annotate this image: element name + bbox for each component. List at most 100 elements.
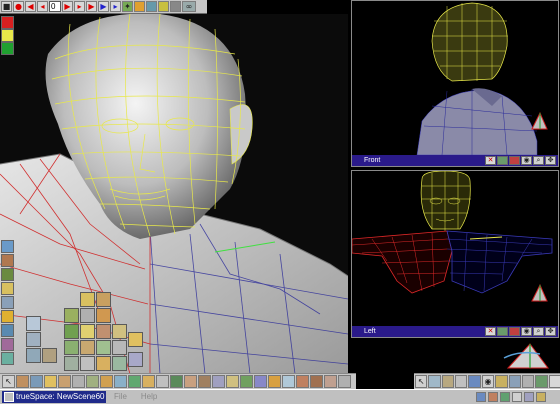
scale-icon[interactable] (455, 375, 468, 388)
paint-icon[interactable] (128, 375, 141, 388)
tray-icon[interactable] (536, 391, 546, 402)
torus-icon[interactable] (96, 308, 111, 323)
torus-icon[interactable] (268, 375, 281, 388)
sphere-icon[interactable] (80, 324, 95, 339)
front-viewport[interactable]: Front ✕ ◉ ⌕ ✥ (351, 0, 559, 167)
plane-icon[interactable] (64, 324, 79, 339)
eye-icon[interactable]: ◉ (521, 327, 532, 336)
step-back-icon[interactable]: ◂ (37, 1, 48, 12)
left-viewport[interactable]: Left ✕ ◉ ⌕ ✥ (351, 170, 559, 338)
deform-icon[interactable] (114, 375, 127, 388)
render-icon[interactable] (1, 338, 14, 351)
frame-field[interactable]: 0 (49, 1, 61, 12)
material-icon[interactable] (142, 375, 155, 388)
move-icon[interactable]: ✥ (545, 156, 556, 165)
zoom-icon[interactable]: ⌕ (533, 327, 544, 336)
rewind-icon[interactable]: ◀ (25, 1, 36, 12)
rotate-icon[interactable] (441, 375, 455, 388)
cone-icon[interactable] (96, 292, 111, 307)
tray-icon[interactable] (512, 391, 522, 402)
cylinder-icon[interactable] (80, 308, 95, 323)
cube-icon[interactable] (80, 356, 95, 371)
zoom-icon[interactable]: ⌕ (533, 156, 544, 165)
face-icon[interactable] (310, 375, 323, 388)
camera-icon[interactable] (170, 375, 183, 388)
navigate-icon[interactable]: ↖ (415, 375, 428, 388)
cube-icon[interactable] (64, 308, 79, 323)
object-icon[interactable] (146, 1, 157, 12)
cube-icon[interactable] (26, 332, 41, 347)
move-icon[interactable] (428, 375, 441, 388)
render-icon[interactable] (226, 375, 239, 388)
cube-icon[interactable] (42, 348, 57, 363)
fast-forward-icon[interactable]: ▶ (86, 1, 97, 12)
face-icon[interactable] (184, 375, 197, 388)
cone-icon[interactable] (58, 375, 71, 388)
taskbar-app-button[interactable]: trueSpace: NewScene60 (2, 391, 106, 403)
checker-icon[interactable] (254, 375, 267, 388)
menu-file[interactable]: File (114, 392, 127, 401)
camera-icon[interactable] (509, 327, 520, 336)
lathe-icon[interactable] (86, 375, 99, 388)
color-swatch-icon[interactable] (1, 29, 14, 42)
close-icon[interactable]: ✕ (485, 327, 496, 336)
play-icon[interactable]: ▶ (98, 1, 109, 12)
cone-icon[interactable] (96, 324, 111, 339)
color-swatch-icon[interactable] (1, 42, 14, 55)
brush-icon[interactable] (16, 375, 29, 388)
scene-icon[interactable] (212, 375, 225, 388)
scene-icon[interactable] (1, 352, 14, 365)
grid-icon[interactable] (497, 327, 508, 336)
sphere-icon[interactable] (282, 375, 295, 388)
color-swatch-icon[interactable] (1, 16, 14, 29)
light-icon[interactable] (156, 375, 169, 388)
sphere-icon[interactable] (1, 282, 14, 295)
cylinder-icon[interactable] (72, 375, 85, 388)
tray-icon[interactable] (476, 391, 486, 402)
tray-icon[interactable] (500, 391, 510, 402)
square-icon[interactable]: ■ (1, 1, 12, 12)
close-icon[interactable]: ✕ (485, 156, 496, 165)
move-icon[interactable]: ✥ (545, 327, 556, 336)
cube-icon[interactable] (112, 356, 127, 371)
material-icon[interactable] (1, 240, 14, 253)
menu-help[interactable]: Help (141, 392, 157, 401)
move-icon[interactable] (64, 340, 79, 355)
orbit-icon[interactable] (521, 375, 535, 388)
sphere-icon[interactable] (44, 375, 57, 388)
person-icon[interactable] (324, 375, 337, 388)
scene-icon[interactable] (134, 1, 145, 12)
material-icon[interactable] (158, 1, 169, 12)
cube-icon[interactable] (1, 296, 14, 309)
step-forward-icon[interactable]: ▸ (110, 1, 121, 12)
cube-icon[interactable] (26, 316, 41, 331)
cube-icon[interactable] (64, 356, 79, 371)
pan-icon[interactable] (508, 375, 521, 388)
tray-icon[interactable] (488, 391, 498, 402)
object-icon[interactable] (296, 375, 309, 388)
tray-icon[interactable] (524, 391, 534, 402)
grid-icon[interactable] (535, 375, 548, 388)
scene-icon[interactable] (338, 375, 351, 388)
texture-icon[interactable] (1, 254, 14, 267)
tree-icon[interactable] (240, 375, 253, 388)
object-icon[interactable] (30, 375, 43, 388)
cube-icon[interactable] (112, 340, 127, 355)
camera-icon[interactable] (1, 324, 14, 337)
rotate-icon[interactable] (80, 340, 95, 355)
light-icon[interactable] (1, 310, 14, 323)
camera-icon[interactable] (170, 1, 181, 12)
render-icon[interactable]: ✦ (122, 1, 133, 12)
landscape-icon[interactable] (1, 268, 14, 281)
person-icon[interactable] (198, 375, 211, 388)
sphere-icon[interactable] (96, 356, 111, 371)
select-icon[interactable]: ↖ (2, 375, 15, 388)
sweep-icon[interactable] (100, 375, 113, 388)
cube-icon[interactable] (26, 348, 41, 363)
sphere-icon[interactable] (128, 332, 143, 347)
navigation-widget[interactable] (500, 338, 558, 372)
zoom-icon[interactable] (495, 375, 508, 388)
cube-icon[interactable] (128, 352, 143, 367)
step-forward-icon[interactable]: ▸ (74, 1, 85, 12)
camera-icon[interactable] (509, 156, 520, 165)
